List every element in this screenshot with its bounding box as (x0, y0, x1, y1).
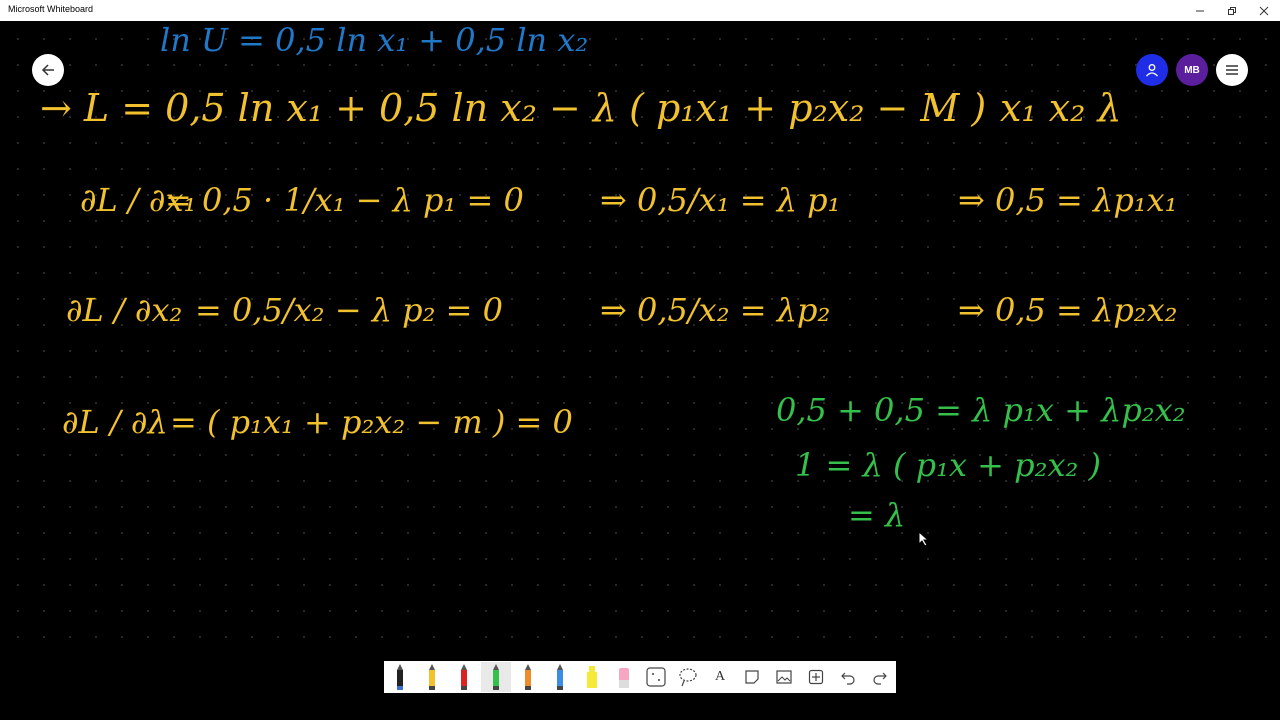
eraser-icon (619, 668, 629, 688)
tool-image[interactable] (769, 662, 799, 692)
highlighter-icon (587, 666, 597, 688)
ink-green-line1: 0,5 + 0,5 = λ p₁x + λp₂x₂ (776, 391, 1186, 429)
close-icon (1259, 6, 1269, 15)
tool-pen-red[interactable] (449, 662, 479, 692)
pen-orange-icon (525, 664, 531, 690)
tool-ruler[interactable] (641, 662, 671, 692)
tool-redo[interactable] (865, 662, 895, 692)
ink-dL-dlambda-rhs: = ( p₁x₁ + p₂x₂ − m ) = 0 (170, 403, 573, 441)
whiteboard-canvas[interactable]: ln U = 0,5 ln x₁ + 0,5 ln x₂ → L = 0,5 l… (0, 21, 1280, 661)
ruler-icon (646, 667, 666, 687)
pen-yellow-icon (429, 664, 435, 690)
close-button[interactable] (1248, 0, 1280, 21)
pen-black-icon (397, 664, 403, 690)
ink-dL-dx1-result: ⇒ 0,5 = λp₁x₁ (958, 181, 1178, 219)
ink-green-line3: = λ (848, 496, 905, 534)
ink-line-top-blue: ln U = 0,5 ln x₁ + 0,5 ln x₂ (160, 21, 588, 59)
ink-variables: x₁ x₂ λ (1000, 86, 1122, 130)
insert-icon (808, 669, 824, 685)
tool-pen-yellow[interactable] (417, 662, 447, 692)
sticky-note-icon (745, 670, 759, 684)
redo-icon (873, 672, 887, 685)
avatar[interactable]: MB (1176, 54, 1208, 86)
restore-icon (1228, 6, 1236, 15)
ink-strokes: ln U = 0,5 ln x₁ + 0,5 ln x₂ → L = 0,5 l… (40, 21, 1186, 534)
tool-eraser[interactable] (609, 662, 639, 692)
arrow-left-icon (41, 64, 54, 76)
pen-red-icon (461, 664, 467, 690)
tool-text[interactable]: A (705, 662, 735, 692)
window-controls (1184, 0, 1280, 21)
hamburger-icon (1226, 65, 1238, 75)
minimize-button[interactable] (1184, 0, 1216, 21)
ink-green-line2: 1 = λ ( p₁x + p₂x₂ ) (795, 446, 1101, 484)
lasso-icon (679, 668, 697, 687)
tool-undo[interactable] (833, 662, 863, 692)
bottom-toolbar: A (384, 661, 896, 693)
tool-highlighter[interactable] (577, 662, 607, 692)
back-button[interactable] (32, 54, 64, 86)
ink-dL-dx2-rhs: = 0,5/x₂ − λ p₂ = 0 (195, 291, 503, 329)
text-tool-label: A (714, 669, 726, 684)
person-icon (1146, 64, 1158, 77)
ink-lagrangian: → L = 0,5 ln x₁ + 0,5 ln x₂ − λ ( p₁x₁ +… (40, 86, 986, 130)
ink-dL-dx1-rhs: = 0,5 · 1/x₁ − λ p₁ = 0 (165, 181, 524, 219)
ink-dL-dx2-result: ⇒ 0,5 = λp₂x₂ (958, 291, 1178, 329)
tool-insert[interactable] (801, 662, 831, 692)
bottom-strip (0, 693, 1280, 720)
undo-icon (841, 672, 855, 685)
ink-dL-dlambda-lhs: ∂L / ∂λ (62, 403, 168, 441)
window-title: Microsoft Whiteboard (8, 4, 94, 14)
tool-pen-blue[interactable] (545, 662, 575, 692)
minimize-icon (1196, 10, 1204, 11)
title-bar: Microsoft Whiteboard (0, 0, 1280, 21)
ink-dL-dx2-lhs: ∂L / ∂x₂ (66, 291, 182, 329)
ink-dL-dx2-step: ⇒ 0,5/x₂ = λp₂ (600, 291, 830, 329)
menu-button[interactable] (1216, 54, 1248, 86)
pen-green-icon (493, 664, 499, 690)
mouse-cursor-icon (918, 531, 930, 547)
restore-button[interactable] (1216, 0, 1248, 21)
image-icon (776, 670, 792, 684)
tool-pen-black[interactable] (385, 662, 415, 692)
ink-dL-dx1-step: ⇒ 0,5/x₁ = λ p₁ (600, 181, 840, 219)
tool-sticky-note[interactable] (737, 662, 767, 692)
tool-pen-orange[interactable] (513, 662, 543, 692)
tool-pen-green[interactable] (481, 662, 511, 692)
invite-button[interactable] (1136, 54, 1168, 86)
tool-lasso[interactable] (673, 662, 703, 692)
pen-blue-icon (557, 664, 563, 690)
